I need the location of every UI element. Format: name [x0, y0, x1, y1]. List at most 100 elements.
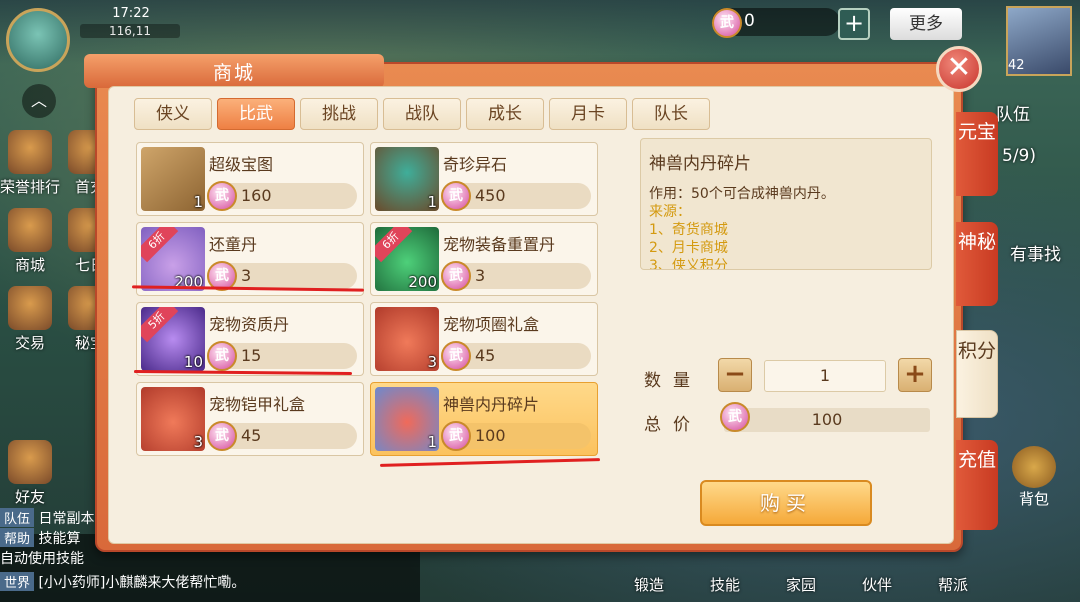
shop-title: 商城	[212, 62, 255, 84]
item-name: 还童丹	[209, 235, 258, 254]
quantity-input[interactable]: 1	[764, 360, 886, 392]
shop-item-pet-armor-giftbox[interactable]: 3 宠物铠甲礼盒 武 45	[136, 382, 364, 456]
source-item: 3、侠义积分	[649, 258, 728, 270]
more-button[interactable]: 更多	[890, 8, 962, 40]
side-tab-points[interactable]: 积分	[956, 330, 998, 418]
bottom-menu-skills[interactable]: 技能	[710, 574, 740, 595]
trophy-icon	[8, 130, 52, 174]
tab-duizhang[interactable]: 队长	[632, 98, 710, 130]
item-name: 奇珍异石	[443, 155, 508, 174]
potion-icon: 6折 200	[141, 227, 205, 291]
chat-line: 队伍 日常副本	[0, 508, 94, 528]
bottom-menu-guild[interactable]: 帮派	[938, 574, 968, 595]
shop-icon	[8, 208, 52, 252]
wu-coin-icon: 武	[207, 341, 237, 371]
item-price: 450	[475, 186, 506, 205]
item-name: 宠物铠甲礼盒	[209, 395, 306, 414]
tab-chengzhang[interactable]: 成长	[466, 98, 544, 130]
side-tab-yuanbao[interactable]: 元宝	[956, 112, 998, 196]
bottom-menu-partners[interactable]: 伙伴	[862, 574, 892, 595]
total-price-label: 总价	[644, 415, 702, 435]
treasure-map-icon: 1	[141, 147, 205, 211]
chat-text: 自动使用技能	[0, 551, 84, 567]
detail-title: 神兽内丹碎片	[649, 154, 751, 174]
bottom-menu-forge[interactable]: 锻造	[634, 574, 664, 595]
menu-label: 商城	[14, 256, 45, 274]
menu-trade[interactable]: 交易	[0, 286, 60, 353]
detail-description: 作用：50个可合成神兽内丹。	[649, 186, 835, 202]
tab-biwu[interactable]: 比武	[217, 98, 295, 130]
minimap-avatar[interactable]	[6, 8, 70, 72]
quantity-label: 数量	[644, 371, 702, 391]
chat-text: 技能算	[38, 531, 81, 547]
item-price: 45	[475, 346, 496, 365]
bottom-menu-home[interactable]: 家园	[786, 574, 816, 595]
tab-xiayi[interactable]: 侠义	[134, 98, 212, 130]
shop-item-pet-equip-reset-pill[interactable]: 6折 200 宠物装备重置丹 武 3	[370, 222, 598, 296]
item-price: 45	[241, 426, 262, 445]
chat-channel-tag: 帮助	[0, 528, 35, 547]
hero-level: 42	[1008, 58, 1025, 73]
menu-shop[interactable]: 商城	[0, 208, 60, 275]
shop-item-rare-stone[interactable]: 1 奇珍异石 武 450	[370, 142, 598, 216]
wu-coin-icon: 武	[207, 181, 237, 211]
discount-badge: 6折	[375, 227, 413, 263]
item-name: 超级宝图	[209, 155, 274, 174]
chat-text: 日常副本	[38, 511, 95, 527]
shop-item-beast-core-fragment[interactable]: 1 神兽内丹碎片 武 100	[370, 382, 598, 456]
team-label: 队伍	[996, 105, 1030, 125]
abacus-icon	[8, 286, 52, 330]
menu-label: 荣誉排行	[0, 178, 61, 196]
bag-label: 背包	[1018, 490, 1049, 508]
coordinate-readout: 116,11	[80, 24, 180, 38]
item-price: 160	[241, 186, 272, 205]
chat-channel-tag: 队伍	[0, 508, 35, 527]
shop-item-super-treasure-map[interactable]: 1 超级宝图 武 160	[136, 142, 364, 216]
source-item: 1、奇货商城	[649, 222, 728, 238]
decrease-quantity-button[interactable]: −	[718, 358, 752, 392]
tab-yueka[interactable]: 月卡	[549, 98, 627, 130]
item-quantity: 200	[408, 273, 437, 291]
shop-item-rejuvenation-pill[interactable]: 6折 200 还童丹 武 3	[136, 222, 364, 296]
item-quantity: 10	[183, 353, 203, 371]
total-price-value: 100	[811, 410, 843, 429]
detail-sources: 来源： 1、奇货商城 2、月卡商城 3、侠义积分	[649, 203, 728, 270]
friends-icon	[8, 440, 52, 484]
bag-icon	[1012, 446, 1056, 488]
menu-honor-ranking[interactable]: 荣誉排行	[0, 130, 60, 197]
bag-button[interactable]: 背包	[1004, 446, 1064, 509]
side-tab-mystery[interactable]: 神秘	[956, 222, 998, 306]
menu-friends[interactable]: 好友	[0, 440, 60, 507]
task-label: 有事找	[1010, 245, 1061, 265]
shop-item-pet-aptitude-pill[interactable]: 5折 10 宠物资质丹 武 15	[136, 302, 364, 376]
wu-coin-icon: 武	[441, 261, 471, 291]
item-price: 15	[241, 346, 262, 365]
add-currency-button[interactable]: +	[838, 8, 870, 40]
shop-title-banner: 商城	[84, 50, 384, 90]
item-quantity: 1	[427, 193, 437, 211]
item-name: 宠物装备重置丹	[443, 235, 556, 254]
tab-zhandui[interactable]: 战队	[383, 98, 461, 130]
tab-tiaozhan[interactable]: 挑战	[300, 98, 378, 130]
menu-label: 好友	[14, 488, 45, 506]
source-item: 2、月卡商城	[649, 240, 728, 256]
discount-badge: 5折	[141, 307, 179, 343]
gift-box-icon: 3	[375, 307, 439, 371]
buy-button[interactable]: 购买	[700, 480, 872, 526]
shop-item-pet-collar-giftbox[interactable]: 3 宠物项圈礼盒 武 45	[370, 302, 598, 376]
side-tab-recharge[interactable]: 充值	[956, 440, 998, 530]
wu-coin-icon: 武	[441, 181, 471, 211]
clock-text: 17:22	[112, 6, 150, 21]
wu-coin-icon: 武	[712, 8, 742, 38]
item-quantity: 3	[427, 353, 437, 371]
collapse-arrow-icon[interactable]: ︿	[22, 84, 56, 118]
item-quantity: 1	[427, 433, 437, 451]
chat-line: 自动使用技能	[0, 548, 84, 568]
increase-quantity-button[interactable]: +	[898, 358, 932, 392]
close-button[interactable]: ✕	[936, 46, 982, 92]
item-price: 100	[475, 426, 506, 445]
team-count: 5/9)	[1002, 146, 1036, 166]
beast-core-icon: 1	[375, 387, 439, 451]
purple-orb-icon: 5折 10	[141, 307, 205, 371]
source-title: 来源：	[649, 204, 691, 220]
